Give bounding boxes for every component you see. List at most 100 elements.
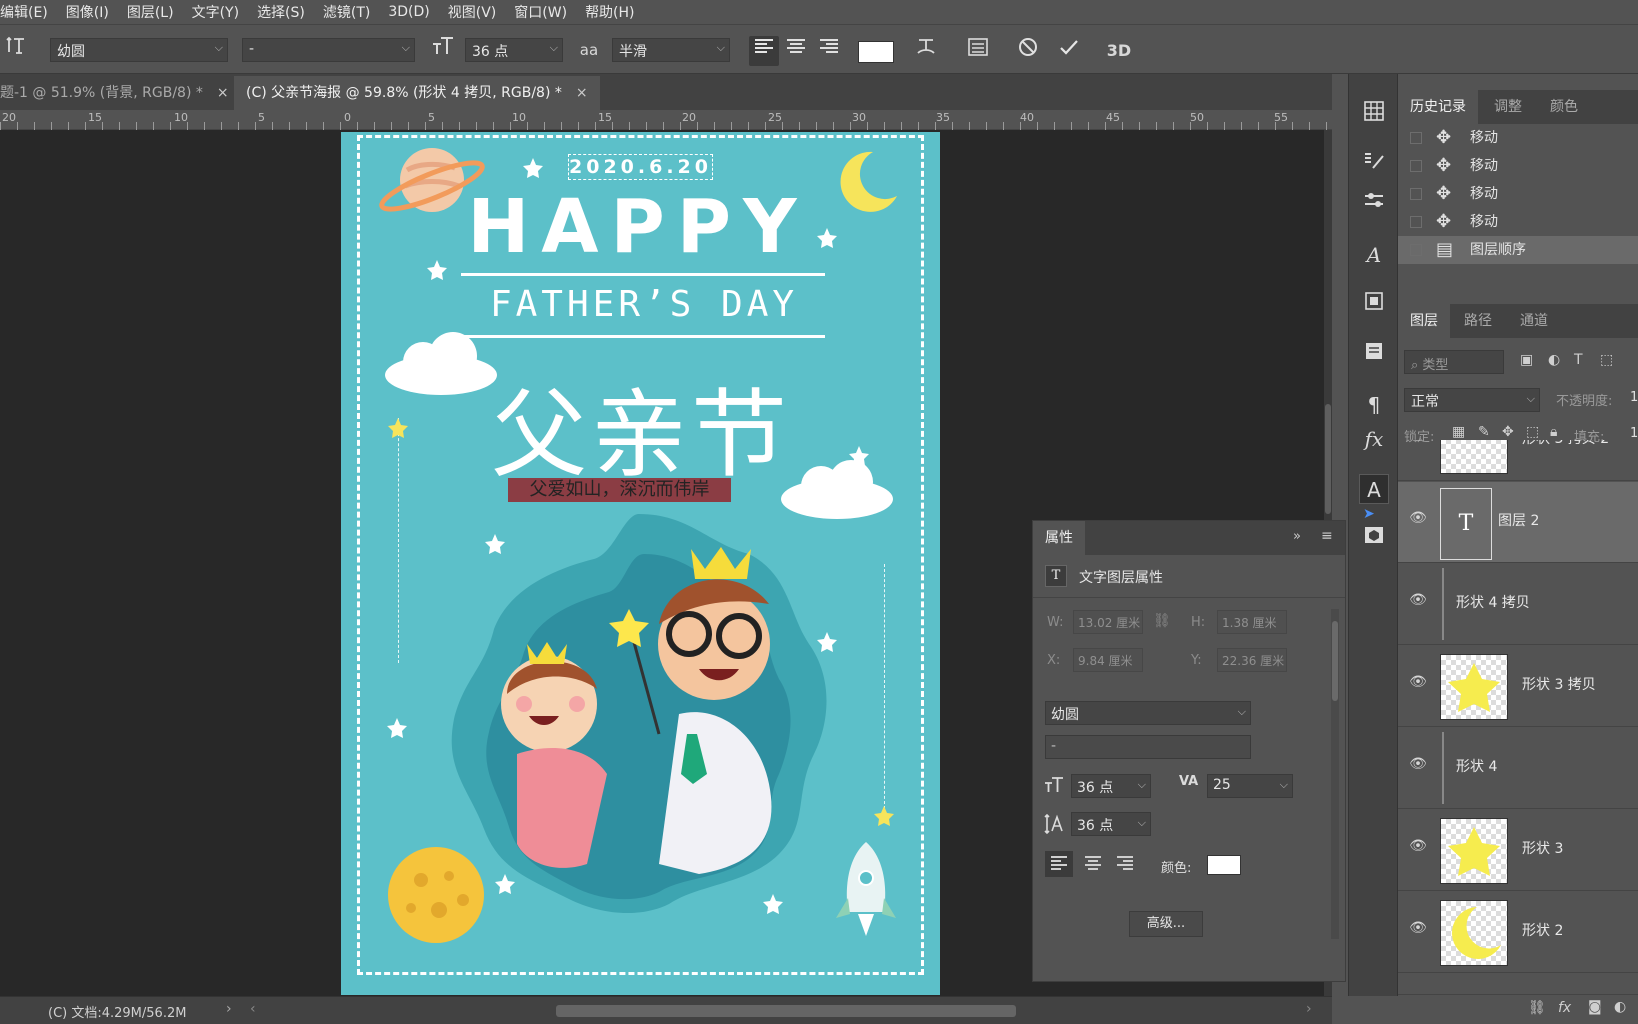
- leading-select[interactable]: 36 点 ⌵: [1071, 812, 1151, 836]
- eye-icon[interactable]: 👁︎: [1406, 674, 1430, 690]
- commit-check-icon[interactable]: [1054, 36, 1084, 66]
- brush-presets-icon[interactable]: [1359, 150, 1389, 180]
- eye-icon[interactable]: 👁︎: [1406, 838, 1430, 854]
- layer-mask-icon[interactable]: ◙: [1588, 999, 1602, 1015]
- warp-text-icon[interactable]: [911, 36, 941, 66]
- properties-font-size-select[interactable]: 36 点 ⌵: [1071, 774, 1151, 798]
- align-left-icon[interactable]: [1045, 851, 1073, 877]
- align-left-icon[interactable]: [749, 36, 779, 66]
- lock-position-icon[interactable]: ✥: [1502, 424, 1514, 440]
- history-item-selected[interactable]: ▤ 图层顺序: [1398, 236, 1638, 264]
- glyphs-icon[interactable]: A: [1359, 240, 1389, 270]
- properties-color-swatch[interactable]: [1207, 855, 1241, 875]
- properties-scroll-thumb[interactable]: [1332, 621, 1338, 701]
- chevron-right-icon[interactable]: ›: [1306, 1001, 1312, 1017]
- paragraph-icon[interactable]: ¶: [1359, 390, 1389, 420]
- expand-panel-icon[interactable]: »: [1293, 529, 1301, 544]
- menu-type[interactable]: 文字(Y): [183, 2, 248, 22]
- 3d-icon[interactable]: 3D: [1104, 36, 1134, 66]
- history-item[interactable]: ✥ 移动: [1398, 124, 1638, 152]
- align-center-icon[interactable]: [781, 36, 811, 66]
- opacity-value[interactable]: 1: [1630, 390, 1638, 405]
- link-dimensions-icon[interactable]: ⛓︎: [1153, 613, 1171, 629]
- tab-layers[interactable]: 图层: [1398, 304, 1450, 338]
- history-item[interactable]: ✥ 移动: [1398, 180, 1638, 208]
- clone-source-icon[interactable]: [1359, 290, 1389, 320]
- font-family-select[interactable]: 幼圆 ⌵: [50, 38, 228, 62]
- history-snapshot-checkbox[interactable]: [1410, 216, 1422, 228]
- filter-type-icon[interactable]: T: [1574, 352, 1583, 368]
- layer-style-icon[interactable]: fx: [1558, 1000, 1571, 1016]
- menu-3d[interactable]: 3D(D): [379, 4, 438, 20]
- height-field[interactable]: 1.38 厘米: [1217, 610, 1287, 634]
- cancel-icon[interactable]: [1013, 36, 1043, 66]
- tracking-select[interactable]: 25 ⌵: [1207, 774, 1293, 798]
- tab-color[interactable]: 颜色: [1538, 90, 1590, 124]
- close-icon[interactable]: ×: [576, 85, 588, 101]
- tab-paths[interactable]: 路径: [1452, 304, 1504, 338]
- tab-history[interactable]: 历史记录: [1398, 90, 1478, 124]
- properties-font-style-select[interactable]: -: [1045, 735, 1251, 759]
- history-snapshot-checkbox[interactable]: [1410, 132, 1422, 144]
- tab-channels[interactable]: 通道: [1508, 304, 1560, 338]
- history-snapshot-checkbox[interactable]: [1410, 160, 1422, 172]
- tab-adjustments[interactable]: 调整: [1482, 90, 1534, 124]
- poster-artboard[interactable]: 2020.6.20 HAPPY FATHER’S DAY 父亲节 父爱如山，深沉…: [341, 132, 940, 995]
- align-right-icon[interactable]: [1111, 851, 1139, 877]
- character-icon[interactable]: A: [1359, 474, 1389, 504]
- styles-icon[interactable]: fx: [1359, 424, 1389, 454]
- eye-icon[interactable]: 👁︎: [1406, 592, 1430, 608]
- x-field[interactable]: 9.84 厘米: [1073, 648, 1143, 672]
- layer-row[interactable]: 👁︎ 形状 2: [1398, 892, 1638, 973]
- tab-properties[interactable]: 属性: [1033, 521, 1085, 555]
- layer-filter-select[interactable]: ⌕ 类型: [1404, 350, 1504, 374]
- lock-artboard-icon[interactable]: ⬚: [1526, 424, 1539, 440]
- text-color-swatch[interactable]: [858, 41, 894, 63]
- close-icon[interactable]: ×: [217, 85, 229, 101]
- font-style-select[interactable]: - ⌵: [242, 38, 415, 62]
- lock-paint-icon[interactable]: ✎: [1478, 424, 1490, 440]
- 3d-panel-icon[interactable]: [1359, 524, 1389, 554]
- eye-icon[interactable]: 👁︎: [1406, 756, 1430, 772]
- menu-window[interactable]: 窗口(W): [505, 2, 576, 22]
- filter-pixel-icon[interactable]: ▣: [1520, 352, 1533, 368]
- layer-row[interactable]: 👁︎ 形状 4: [1398, 728, 1638, 809]
- tab-fathers-day-poster[interactable]: (C) 父亲节海报 @ 59.8% (形状 4 拷贝, RGB/8) * ×: [234, 76, 600, 110]
- tab-untitled[interactable]: 题-1 @ 51.9% (背景, RGB/8) * ×: [0, 76, 241, 110]
- layer-row[interactable]: 👁︎ 形状 4 拷贝: [1398, 564, 1638, 645]
- chevron-right-icon[interactable]: ›: [226, 1001, 232, 1017]
- eye-icon[interactable]: 👁︎: [1406, 920, 1430, 936]
- link-layers-icon[interactable]: ⛓︎: [1528, 1000, 1546, 1016]
- filter-shape-icon[interactable]: ⬚: [1600, 352, 1613, 368]
- menu-image[interactable]: 图像(I): [57, 2, 118, 22]
- grid-icon[interactable]: [1359, 100, 1389, 130]
- history-snapshot-checkbox[interactable]: [1410, 188, 1422, 200]
- filter-adjustment-icon[interactable]: ◐: [1548, 352, 1560, 368]
- panel-menu-icon[interactable]: ≡: [1321, 528, 1333, 544]
- menu-layer[interactable]: 图层(L): [118, 2, 183, 22]
- layer-row[interactable]: 👁︎ 形状 3 拷贝: [1398, 646, 1638, 727]
- align-right-icon[interactable]: [814, 36, 844, 66]
- layer-row[interactable]: 👁︎ 形状 3 拷贝 2: [1398, 440, 1638, 481]
- chevron-left-icon[interactable]: ‹: [250, 1001, 256, 1017]
- horizontal-scroll-thumb[interactable]: [556, 1005, 1016, 1017]
- text-orientation-icon[interactable]: [2, 35, 32, 65]
- menu-filter[interactable]: 滤镜(T): [314, 2, 379, 22]
- y-field[interactable]: 22.36 厘米: [1217, 648, 1287, 672]
- eye-icon[interactable]: 👁︎: [1406, 510, 1430, 526]
- lock-pixels-icon[interactable]: ▦: [1452, 424, 1465, 440]
- menu-view[interactable]: 视图(V): [439, 2, 506, 22]
- history-snapshot-checkbox[interactable]: [1410, 244, 1422, 256]
- advanced-button[interactable]: 高级...: [1129, 911, 1203, 937]
- canvas-vertical-scroll-thumb[interactable]: [1325, 404, 1331, 514]
- lock-all-icon[interactable]: 🔒︎: [1550, 424, 1557, 440]
- blend-mode-select[interactable]: 正常 ⌵: [1404, 388, 1540, 412]
- align-center-icon[interactable]: [1079, 851, 1107, 877]
- width-field[interactable]: 13.02 厘米: [1073, 610, 1143, 634]
- properties-font-family-select[interactable]: 幼圆 ⌵: [1045, 701, 1251, 725]
- notes-icon[interactable]: [1359, 340, 1389, 370]
- history-item[interactable]: ✥ 移动: [1398, 208, 1638, 236]
- layer-row-selected[interactable]: 👁︎ T 图层 2: [1398, 482, 1638, 563]
- history-item[interactable]: ✥ 移动: [1398, 152, 1638, 180]
- fill-value[interactable]: 1: [1630, 426, 1638, 441]
